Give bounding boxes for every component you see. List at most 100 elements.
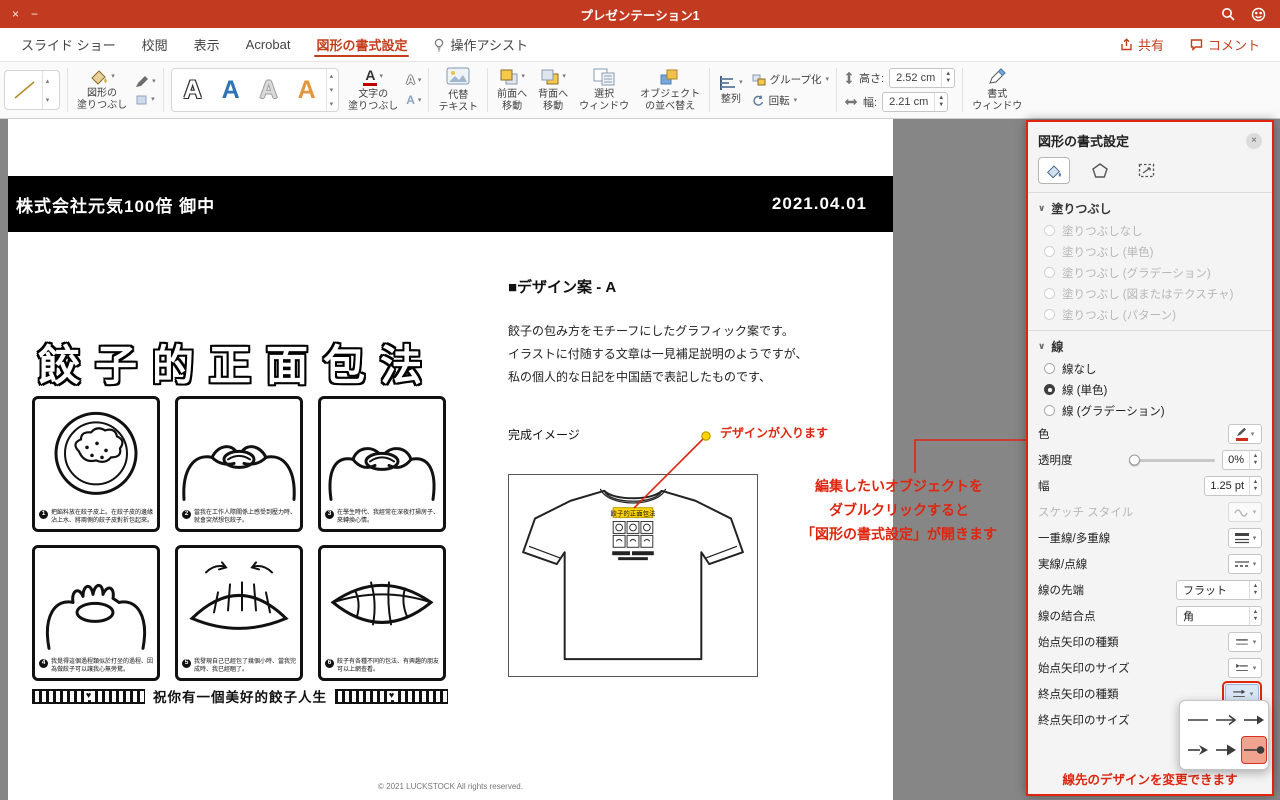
paint-bucket-icon — [89, 68, 109, 85]
arrow-end-option-arrow[interactable] — [1213, 736, 1239, 764]
format-pane-button[interactable]: 書式 ウィンドウ — [970, 67, 1024, 113]
poster-step-1[interactable]: 1 把餡料放在餃子皮上。在餃子皮的邊緣沾上水、將兩側的餃子皮對折包起來。 — [32, 396, 160, 532]
group-rotate-stack: グループ化 ▾ 回転 ▾ — [752, 72, 829, 108]
rotate-button[interactable]: 回転 ▾ — [752, 93, 829, 108]
tab-shape-format[interactable]: 図形の書式設定 — [303, 28, 420, 61]
line-option-solid[interactable]: 線 (単色) — [1028, 379, 1272, 400]
feedback-smiley-icon[interactable] — [1251, 7, 1266, 22]
slide-banner[interactable]: 株式会社元気100倍 御中 2021.04.01 — [8, 176, 893, 232]
share-button[interactable]: 共有 — [1112, 32, 1172, 57]
shape-outline-button[interactable]: ▾ — [135, 75, 156, 88]
begin-arrow-size-dropdown[interactable]: ▾ — [1228, 658, 1262, 678]
shapes-gallery-scroll[interactable]: ▴ ▾ — [41, 71, 53, 109]
wordart-style-orange[interactable]: A — [288, 76, 326, 105]
begin-arrow-type-label: 始点矢印の種類 — [1038, 637, 1119, 649]
line-color-picker[interactable]: ▾ — [1228, 424, 1262, 444]
wordart-style-outline[interactable]: A — [174, 76, 212, 105]
section-line[interactable]: ∨ 線 — [1028, 330, 1272, 358]
wordart-style-gray[interactable]: A — [250, 76, 288, 105]
slide-canvas[interactable]: 株式会社元気100倍 御中 2021.04.01 餃子的正面包法 1 把餡料放在餃… — [8, 118, 893, 800]
group-icon — [752, 74, 766, 86]
line-cap-select[interactable]: フラット ▲ ▼ — [1176, 580, 1262, 600]
text-effects-button[interactable]: A ▾ — [406, 93, 421, 107]
design-callout-text[interactable]: デザインが入ります — [720, 424, 828, 441]
arrow-end-option-open[interactable] — [1213, 706, 1239, 734]
send-backward-button[interactable]: ▾ 背面へ 移動 — [536, 68, 570, 113]
arrow-end-option-none[interactable] — [1185, 706, 1211, 734]
window-minimize-icon[interactable]: − — [31, 7, 38, 21]
poster-step-6[interactable]: 6 餃子有各種不同的包法、有興趣的朋友可以上網查看。 — [318, 545, 446, 681]
text-fill-button[interactable]: A ▾ 文字の 塗りつぶし — [346, 68, 400, 113]
sketch-style-dropdown[interactable]: ▾ — [1228, 502, 1262, 522]
window-controls[interactable]: × − — [12, 7, 38, 21]
poster-step-4[interactable]: 4 我覺得這個過程類似於打坐的過程、因為做餃子可以讓我心無旁騖。 — [32, 545, 160, 681]
line-cap-label: 線の先端 — [1038, 585, 1084, 597]
line-option-gradient[interactable]: 線 (グラデーション) — [1028, 400, 1272, 421]
poster-footer-text: 祝你有一個美好的餃子人生 — [153, 690, 327, 705]
fill-option-solid[interactable]: 塗りつぶし (単色) — [1028, 241, 1272, 262]
arrow-end-option-oval[interactable] — [1241, 736, 1267, 764]
dash-line-dropdown[interactable]: ▾ — [1228, 554, 1262, 574]
pane-tab-fill-line[interactable] — [1038, 157, 1070, 184]
line-join-label: 線の結合点 — [1038, 611, 1096, 623]
end-arrow-size-label: 終点矢印のサイズ — [1038, 715, 1130, 727]
reorder-objects-button[interactable]: オブジェクト の並べ替え — [638, 68, 702, 113]
width-stepper[interactable]: 2.21 cm ▲ ▼ — [882, 92, 949, 112]
poster-step-2[interactable]: 2 當我在工作人際關係上感受到壓力時、就會突然想包餃子。 — [175, 396, 303, 532]
design-body[interactable]: 餃子の包み方をモチーフにしたグラフィック案です。 イラストに付随する文章は一見補… — [508, 320, 808, 388]
comments-label: コメント — [1207, 38, 1260, 53]
bring-forward-button[interactable]: ▾ 前面へ 移動 — [495, 68, 529, 113]
arrow-end-option-triangle[interactable] — [1241, 706, 1267, 734]
wordart-gallery[interactable]: A A A A ▴ ▾ ▾ — [170, 68, 340, 112]
pane-tab-size-properties[interactable] — [1130, 157, 1162, 184]
pane-tab-effects[interactable] — [1084, 157, 1116, 184]
fill-option-pattern[interactable]: 塗りつぶし (パターン) — [1028, 304, 1272, 325]
fill-option-none[interactable]: 塗りつぶしなし — [1028, 220, 1272, 241]
line-width-stepper[interactable]: 1.25 pt ▲ ▼ — [1204, 476, 1262, 496]
line-option-none[interactable]: 線なし — [1028, 358, 1272, 379]
selection-pane-button[interactable]: 選択 ウィンドウ — [577, 68, 631, 113]
finished-image-label[interactable]: 完成イメージ — [508, 426, 580, 443]
line-join-select[interactable]: 角 ▲ ▼ — [1176, 606, 1262, 626]
tshirt-illustration[interactable]: 餃子的正面包法 — [508, 474, 758, 677]
tab-acrobat[interactable]: Acrobat — [233, 28, 304, 61]
poster-footer: ♥ 祝你有一個美好的餃子人生 ♥ — [32, 685, 448, 707]
compound-line-dropdown[interactable]: ▾ — [1228, 528, 1262, 548]
poster-title[interactable]: 餃子的正面包法 — [38, 332, 437, 393]
text-outline-button[interactable]: A ▾ — [406, 73, 421, 87]
pane-title: 図形の書式設定 — [1038, 134, 1130, 149]
shape-fill-button[interactable]: ▾ 図形の 塗りつぶし — [75, 68, 129, 112]
wordart-gallery-scroll[interactable]: ▴ ▾ ▾ — [325, 69, 337, 111]
tab-tell-me[interactable]: 操作アシスト — [420, 28, 540, 61]
transparency-stepper[interactable]: 0% ▲ ▼ — [1222, 450, 1262, 470]
tab-review[interactable]: 校閲 — [129, 28, 181, 61]
begin-arrow-type-dropdown[interactable]: ▾ — [1228, 632, 1262, 652]
window-close-icon[interactable]: × — [12, 7, 19, 21]
arrow-end-option-stealth[interactable] — [1185, 736, 1211, 764]
tab-slideshow[interactable]: スライド ショー — [8, 28, 129, 61]
group-button[interactable]: グループ化 ▾ — [752, 72, 829, 87]
search-icon[interactable] — [1221, 7, 1235, 21]
shape-effects-button[interactable]: ▾ — [135, 94, 156, 106]
shapes-gallery[interactable]: ▴ ▾ — [4, 70, 60, 110]
poster-step-3[interactable]: 3 在學生時代、我經常在深夜打掃房子、來轉換心情。 — [318, 396, 446, 532]
transparency-slider[interactable] — [1129, 454, 1216, 466]
fill-option-picture-texture[interactable]: 塗りつぶし (図またはテクスチャ) — [1028, 283, 1272, 304]
align-button[interactable]: ▾ 整列 — [717, 75, 745, 106]
poster-step-5[interactable]: 5 我發現自己已經包了幾個小時、當我完成時、我已經睏了。 — [175, 545, 303, 681]
comments-button[interactable]: コメント — [1182, 32, 1268, 57]
wordart-style-blue[interactable]: A — [212, 76, 250, 105]
transparency-label: 透明度 — [1038, 455, 1073, 467]
align-icon — [719, 75, 737, 91]
pane-close-icon[interactable]: × — [1246, 132, 1262, 149]
arrowhead-flyout — [1179, 700, 1269, 770]
alt-text-button[interactable]: 代替 テキスト — [436, 67, 480, 114]
height-stepper[interactable]: 2.52 cm ▲ ▼ — [889, 68, 956, 88]
section-fill[interactable]: ∨ 塗りつぶし — [1028, 193, 1272, 220]
design-heading[interactable]: ■デザイン案 - A — [508, 276, 616, 297]
tab-view[interactable]: 表示 — [181, 28, 233, 61]
transparency-slider-knob[interactable] — [1129, 454, 1141, 466]
fill-option-gradient[interactable]: 塗りつぶし (グラデーション) — [1028, 262, 1272, 283]
text-fill-icon: A — [363, 68, 378, 86]
powerpoint-window: × − プレゼンテーション1 スライド ショー 校閲 表示 Acrobat 図形… — [0, 0, 1280, 800]
